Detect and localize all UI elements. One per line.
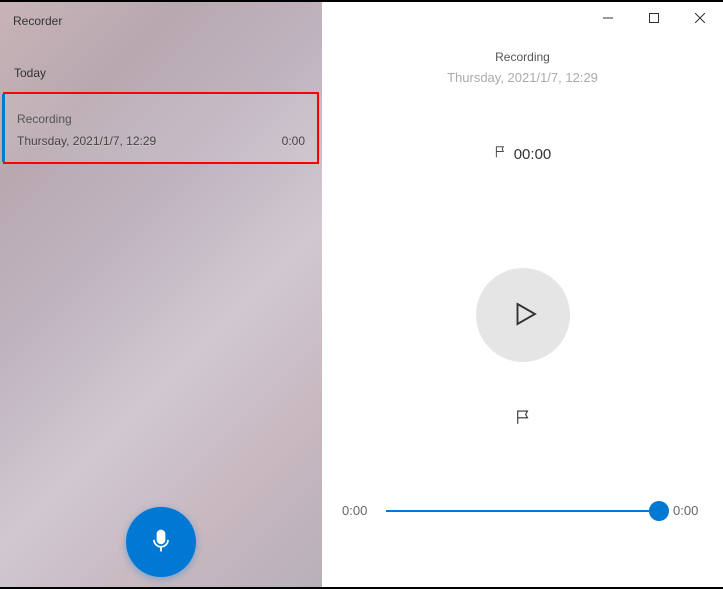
today-section-label: Today xyxy=(0,28,322,80)
play-button[interactable] xyxy=(476,268,570,362)
app-title: Recorder xyxy=(0,2,322,28)
main-panel: Recording Thursday, 2021/1/7, 12:29 00:0… xyxy=(322,2,723,587)
app-window: Recorder Today Recording Thursday, 2021/… xyxy=(0,2,723,587)
recording-date: Thursday, 2021/1/7, 12:29 xyxy=(322,70,723,85)
recording-list-item[interactable]: Recording Thursday, 2021/1/7, 12:29 0:00 xyxy=(3,92,319,164)
minimize-icon xyxy=(603,11,613,26)
recording-item-meta: Thursday, 2021/1/7, 12:29 0:00 xyxy=(17,134,305,148)
record-button[interactable] xyxy=(126,507,196,577)
slider-start-time: 0:00 xyxy=(342,503,372,518)
maximize-button[interactable] xyxy=(631,2,677,34)
add-marker-button[interactable] xyxy=(510,404,536,433)
slider-end-time: 0:00 xyxy=(673,503,703,518)
microphone-icon xyxy=(147,527,175,558)
window-controls xyxy=(585,2,723,34)
minimize-button[interactable] xyxy=(585,2,631,34)
recording-item-date: Thursday, 2021/1/7, 12:29 xyxy=(17,134,156,148)
playback-slider[interactable] xyxy=(386,510,659,512)
play-icon xyxy=(506,299,540,332)
playback-slider-row: 0:00 0:00 xyxy=(322,503,723,518)
slider-thumb[interactable] xyxy=(649,501,669,521)
time-value: 00:00 xyxy=(514,146,552,163)
flag-icon xyxy=(514,414,532,429)
flag-marker-icon xyxy=(494,145,508,163)
close-button[interactable] xyxy=(677,2,723,34)
close-icon xyxy=(695,11,705,26)
time-display: 00:00 xyxy=(322,145,723,163)
sidebar: Recorder Today Recording Thursday, 2021/… xyxy=(0,2,322,587)
recording-title: Recording xyxy=(322,50,723,64)
maximize-icon xyxy=(649,11,659,26)
recording-item-duration: 0:00 xyxy=(282,134,305,148)
recording-item-name: Recording xyxy=(17,112,305,126)
